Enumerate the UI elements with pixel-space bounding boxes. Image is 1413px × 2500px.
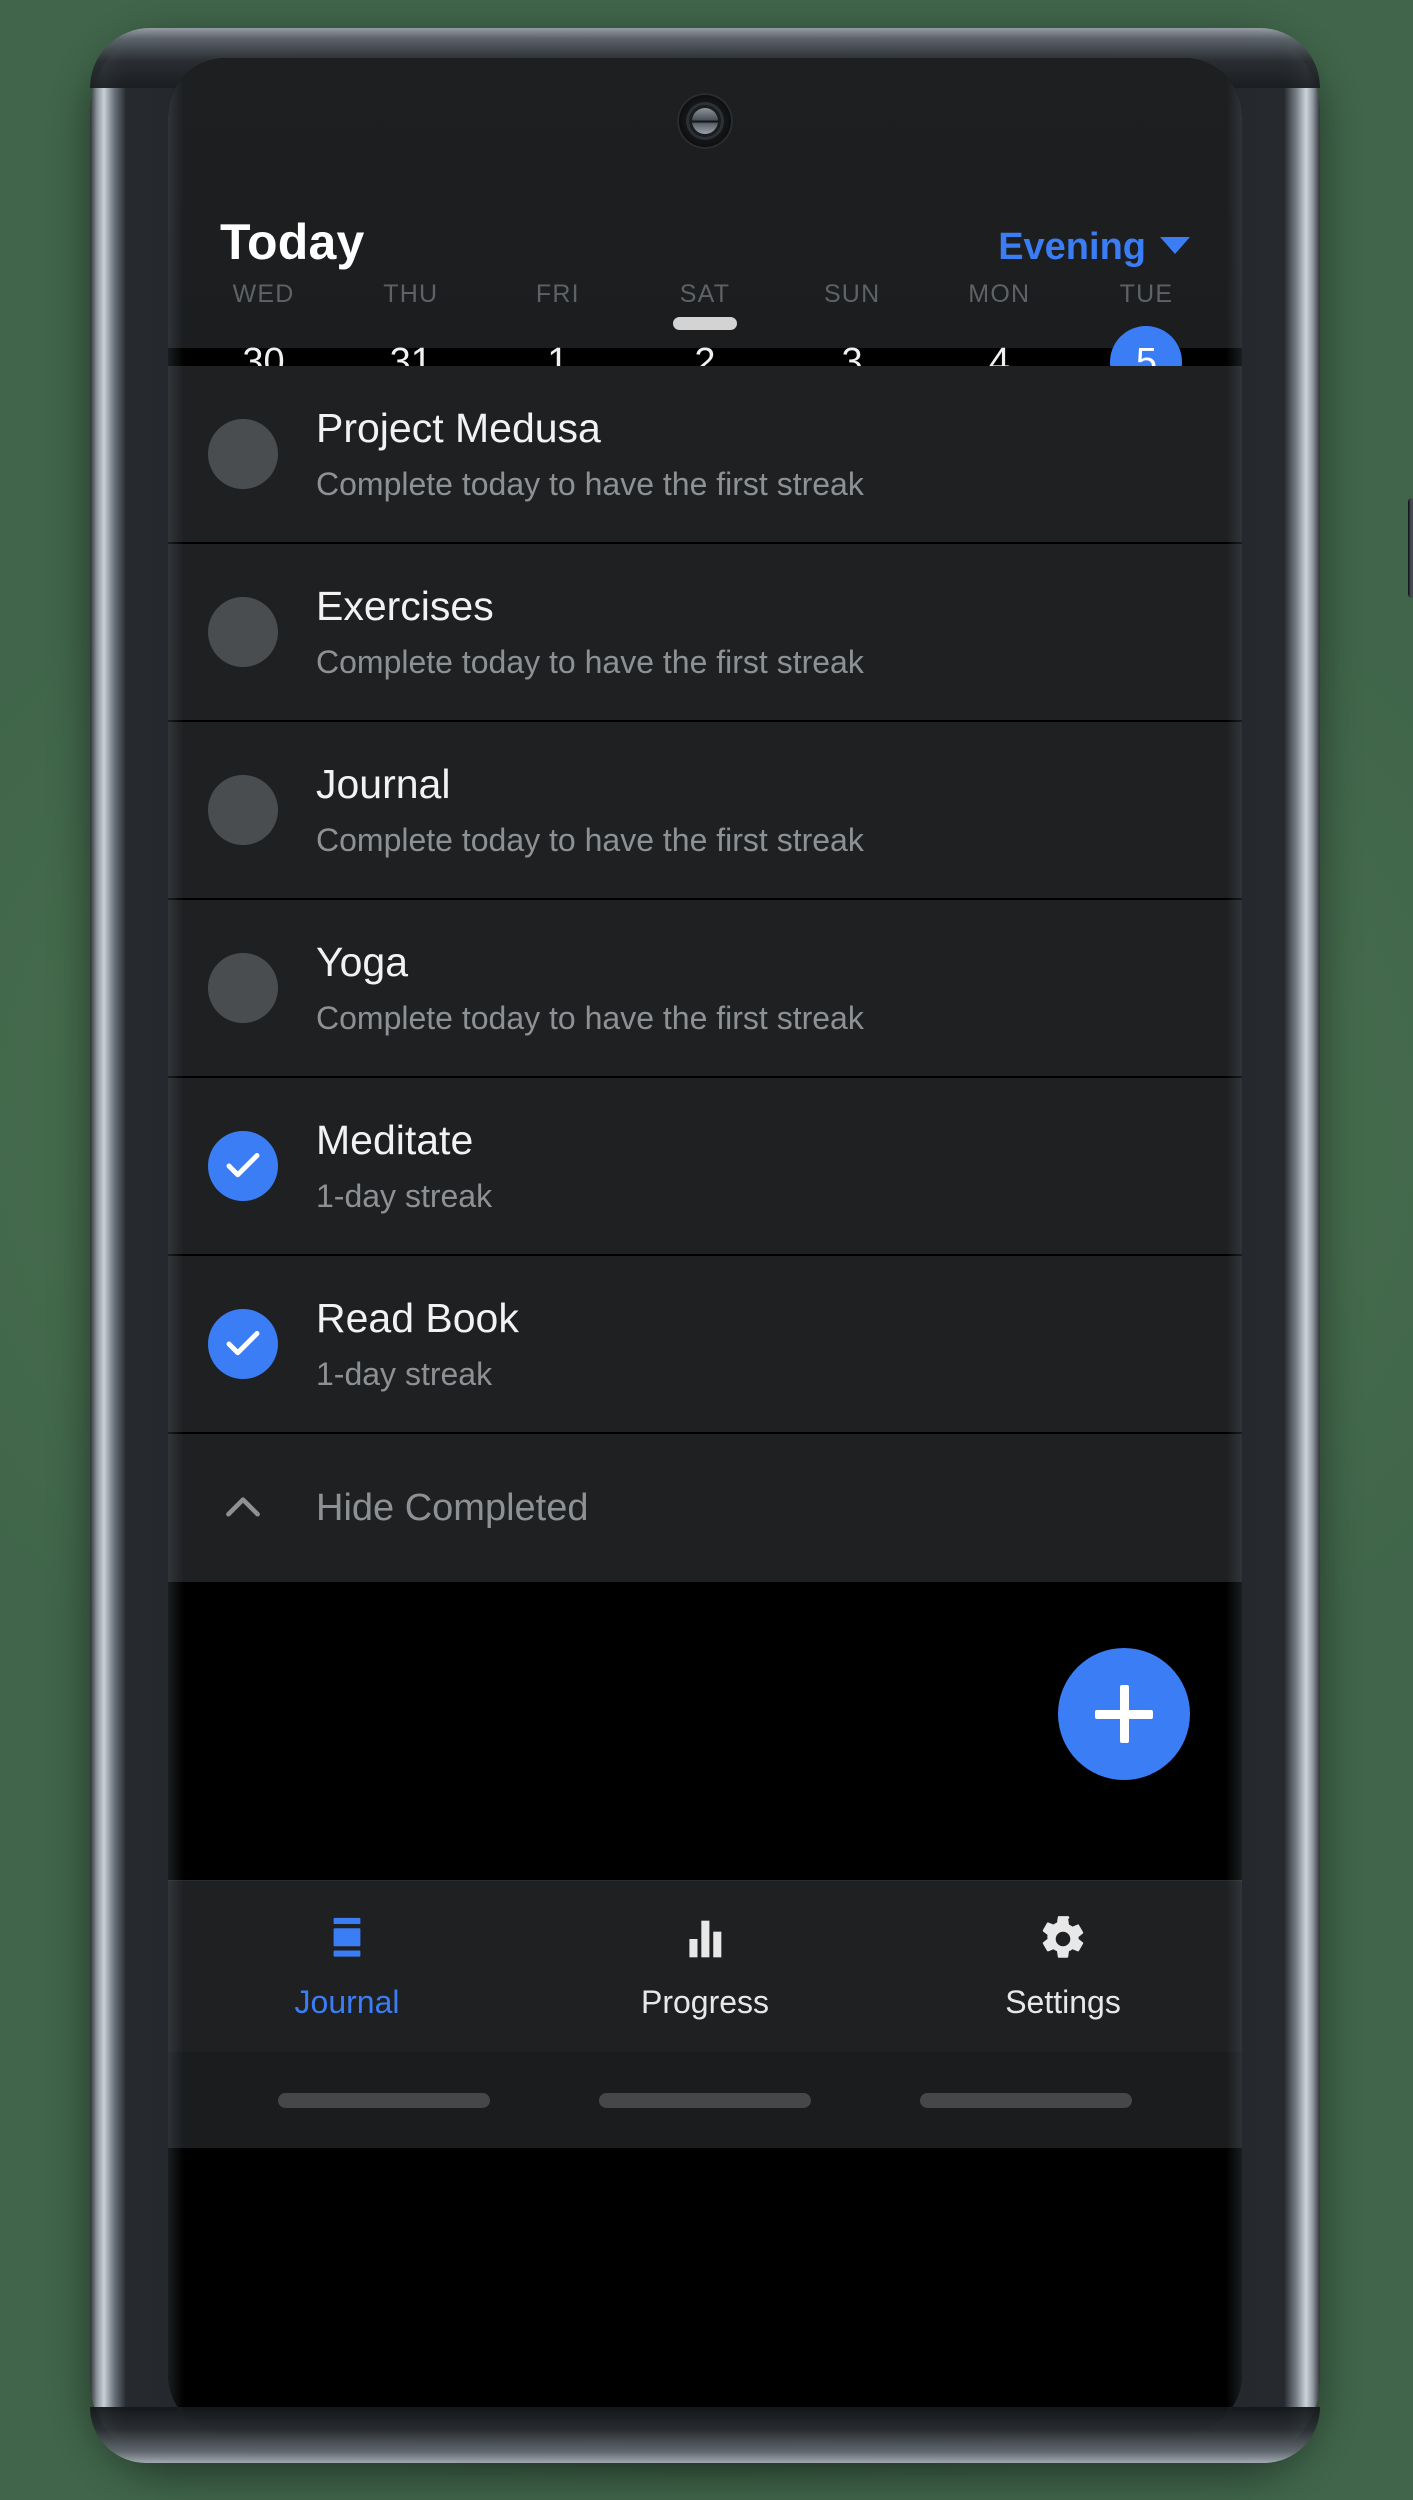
system-nav-pill-home[interactable] [598,2092,811,2108]
hide-completed-label: Hide Completed [316,1486,589,1529]
habit-checkbox-unchecked[interactable] [208,597,278,667]
day-name: MON [968,280,1031,308]
hide-completed-row[interactable]: Hide Completed [168,1434,1242,1584]
day-name: THU [383,280,439,308]
habit-name: Journal [316,761,451,807]
drag-handle[interactable] [673,317,737,330]
nav-item-progress[interactable]: Progress [526,1881,884,2052]
habit-streak-label: Complete today to have the first streak [316,466,864,502]
habit-row[interactable]: Journal Complete today to have the first … [168,722,1242,900]
header-row: Today Evening [168,213,1242,271]
camera-icon [677,93,733,149]
nav-label: Journal [294,1984,400,2020]
system-nav-pill-back[interactable] [919,2092,1132,2108]
habit-streak-label: Complete today to have the first streak [316,1000,864,1036]
habit-streak-label: 1-day streak [316,1178,493,1214]
habit-streak-label: Complete today to have the first streak [316,822,864,858]
chevron-down-icon [1160,237,1190,254]
add-habit-button[interactable] [1058,1648,1190,1780]
habit-name: Read Book [316,1295,519,1341]
habit-row[interactable]: Yoga Complete today to have the first str… [168,900,1242,1078]
habit-name: Yoga [316,939,408,985]
habit-list: Project Medusa Complete today to have the… [168,366,1242,1434]
phone-device: Today Evening WED 30 THU 31 FRI 1 SAT 2 SUN 3 MON 4… [90,28,1413,2463]
habit-checkbox-checked[interactable] [208,1131,278,1201]
gear-icon [1042,1915,1084,1958]
scene: Today Evening WED 30 THU 31 FRI 1 SAT 2 SUN 3 MON 4… [0,0,1413,2500]
day-name: WED [232,280,295,308]
power-button[interactable] [1408,498,1413,598]
bar-chart-icon [683,1912,727,1966]
journal-icon [333,1917,361,1957]
habit-checkbox-unchecked[interactable] [208,775,278,845]
period-selector[interactable]: Evening [998,226,1190,269]
habit-name: Project Medusa [316,405,601,451]
screen-bottom-fill [168,2148,1242,2216]
camera-lens [692,108,718,134]
nav-label: Progress [640,1984,770,2020]
page-title: Today [220,214,365,270]
day-name: SUN [823,280,881,308]
period-label: Evening [998,226,1146,268]
nav-item-settings[interactable]: Settings [884,1881,1242,2052]
habit-checkbox-checked[interactable] [208,1309,278,1379]
day-name: SAT [679,280,731,308]
habit-row[interactable]: Project Medusa Complete today to have the… [168,366,1242,544]
nav-label: Settings [1005,1984,1121,2020]
phone-screen: Today Evening WED 30 THU 31 FRI 1 SAT 2 SUN 3 MON 4… [168,58,1242,2433]
system-nav-pill-recents[interactable] [278,2092,491,2108]
chevron-up-icon [208,1483,278,1533]
habit-row[interactable]: Exercises Complete today to have the firs… [168,544,1242,722]
system-navigation-bar [168,2052,1242,2148]
bar-chart-icon [689,1920,722,1958]
day-name: TUE [1119,280,1174,308]
nav-item-journal[interactable]: Journal [168,1881,526,2052]
habit-checkbox-unchecked[interactable] [208,419,278,489]
habit-row[interactable]: Read Book 1-day streak [168,1256,1242,1434]
habit-checkbox-unchecked[interactable] [208,953,278,1023]
habit-streak-label: 1-day streak [316,1356,493,1392]
habit-row[interactable]: Meditate 1-day streak [168,1078,1242,1256]
plus-icon-vertical [1119,1685,1129,1743]
habit-name: Meditate [316,1117,474,1163]
bottom-navigation: Journal Progress Settings [168,1880,1242,2052]
journal-icon [324,1912,370,1966]
empty-area [168,1584,1242,1880]
app-header: Today Evening WED 30 THU 31 FRI 1 SAT 2 SUN 3 MON 4… [168,58,1242,398]
habit-name: Exercises [316,583,494,629]
day-name: FRI [535,280,580,308]
gear-icon [1038,1912,1088,1966]
habit-streak-label: Complete today to have the first streak [316,644,864,680]
